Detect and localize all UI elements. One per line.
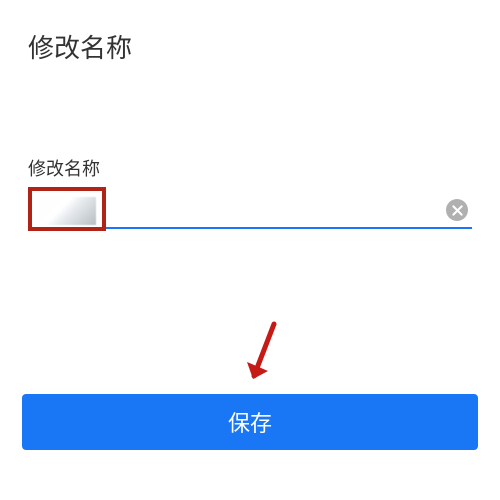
name-input[interactable] bbox=[28, 191, 472, 229]
field-label: 修改名称 bbox=[28, 155, 472, 181]
clear-input-button[interactable] bbox=[446, 199, 468, 221]
input-row bbox=[28, 191, 472, 229]
page-title: 修改名称 bbox=[0, 0, 500, 65]
save-button[interactable]: 保存 bbox=[22, 394, 478, 450]
close-icon bbox=[452, 205, 463, 216]
arrow-annotation-icon bbox=[238, 320, 288, 395]
field-section: 修改名称 bbox=[0, 155, 500, 229]
